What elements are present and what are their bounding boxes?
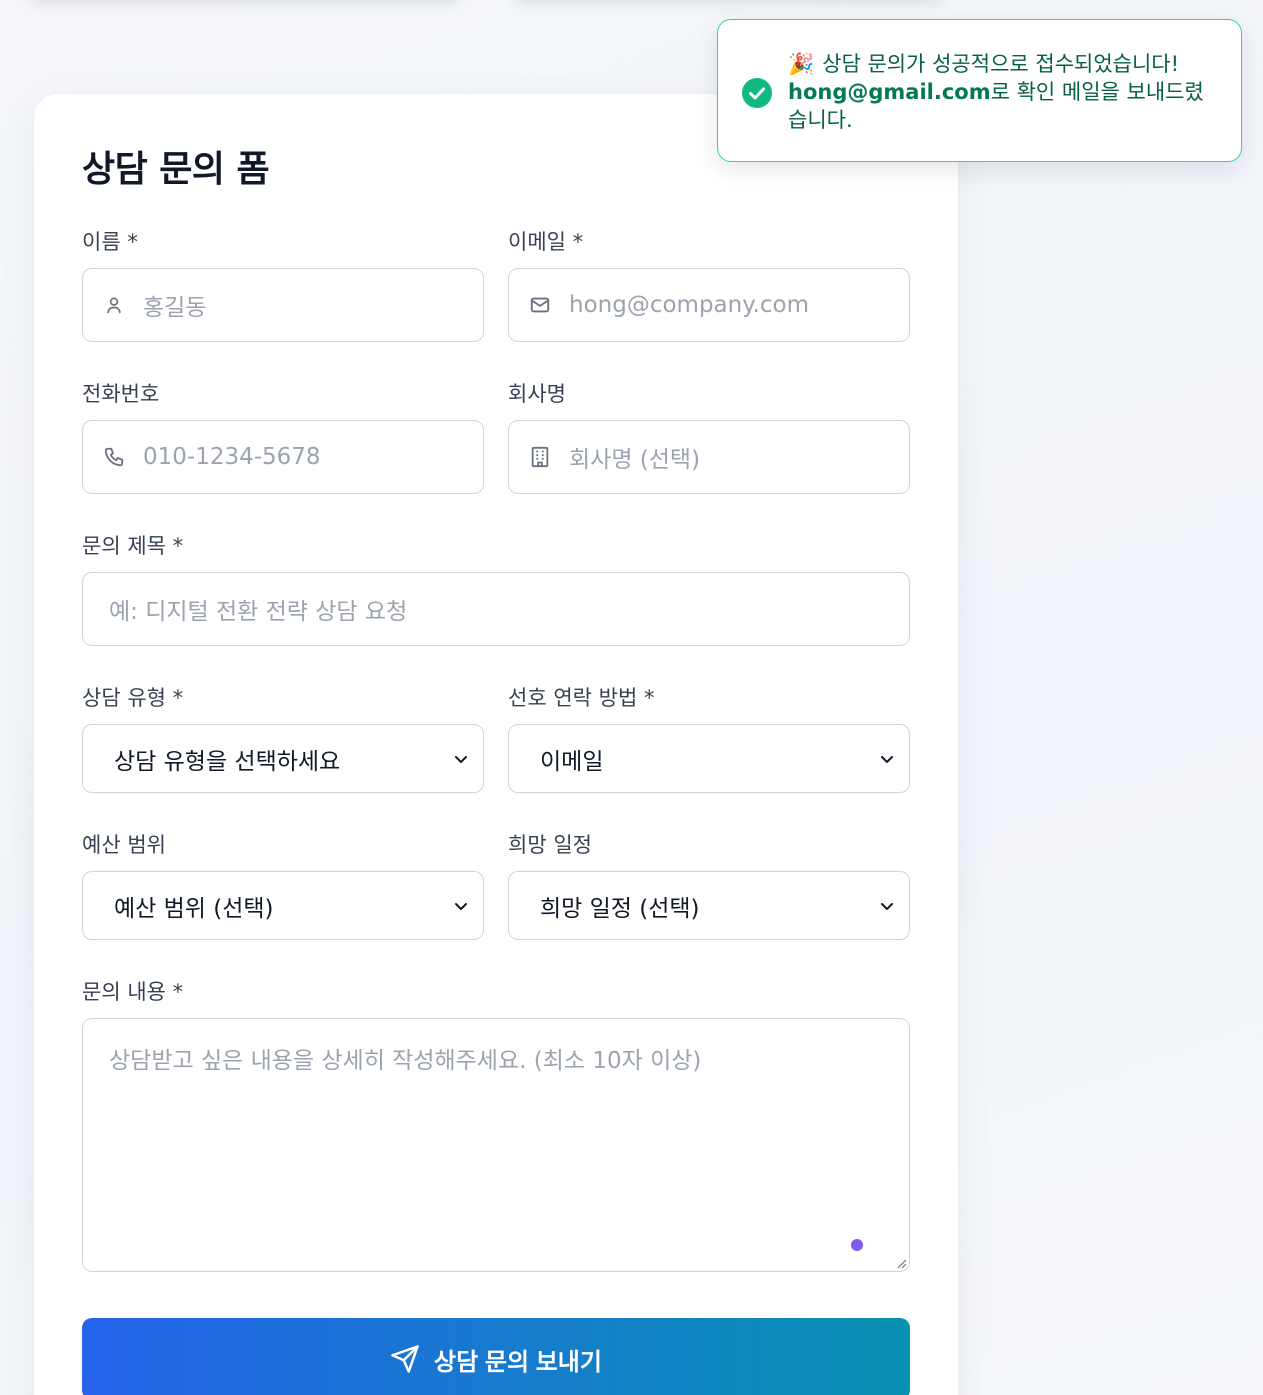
phone-placeholder: 010-1234-5678 bbox=[143, 444, 321, 470]
submit-button[interactable]: 상담 문의 보내기 bbox=[82, 1318, 910, 1395]
success-toast: 🎉 상담 문의가 성공적으로 접수되었습니다! hong@gmail.com로 확… bbox=[717, 19, 1242, 162]
message-placeholder: 상담받고 싶은 내용을 상세히 작성해주세요. (최소 10자 이상) bbox=[109, 1048, 702, 1074]
message-label: 문의 내용 * bbox=[82, 980, 184, 1004]
name-label: 이름 * bbox=[82, 230, 138, 254]
company-label: 회사명 bbox=[508, 382, 566, 406]
chevron-down-icon bbox=[455, 902, 467, 910]
name-placeholder: 홍길동 bbox=[143, 295, 207, 321]
consult-type-select[interactable]: 상담 유형을 선택하세요 bbox=[82, 724, 484, 793]
consult-type-label: 상담 유형 * bbox=[82, 686, 184, 710]
company-input[interactable]: 회사명 (선택) bbox=[508, 420, 910, 494]
budget-label: 예산 범위 bbox=[82, 833, 166, 857]
subject-placeholder: 예: 디지털 전환 전략 상담 요청 bbox=[109, 599, 408, 625]
name-input[interactable]: 홍길동 bbox=[82, 268, 484, 342]
check-circle-icon bbox=[742, 78, 772, 108]
email-input[interactable]: hong@company.com bbox=[508, 268, 910, 342]
contact-method-select[interactable]: 이메일 bbox=[508, 724, 910, 793]
party-popper-icon: 🎉 bbox=[788, 52, 815, 76]
chevron-down-icon bbox=[455, 755, 467, 763]
company-placeholder: 회사명 (선택) bbox=[569, 447, 701, 473]
contact-method-value: 이메일 bbox=[540, 748, 604, 775]
consult-type-value: 상담 유형을 선택하세요 bbox=[114, 748, 341, 775]
phone-icon bbox=[103, 446, 125, 468]
phone-input[interactable]: 010-1234-5678 bbox=[82, 420, 484, 494]
user-icon bbox=[103, 294, 125, 316]
subject-input[interactable]: 예: 디지털 전환 전략 상담 요청 bbox=[82, 572, 910, 646]
submit-label: 상담 문의 보내기 bbox=[434, 1348, 602, 1376]
phone-label: 전화번호 bbox=[82, 382, 160, 406]
form-title: 상담 문의 폼 bbox=[82, 149, 270, 190]
toast-line-1: 상담 문의가 성공적으로 접수되었습니다! bbox=[822, 52, 1180, 76]
subject-label: 문의 제목 * bbox=[82, 534, 184, 558]
grammar-assistant-dot[interactable] bbox=[851, 1239, 863, 1251]
toast-message: 🎉 상담 문의가 성공적으로 접수되었습니다! hong@gmail.com로 확… bbox=[788, 50, 1218, 134]
chevron-down-icon bbox=[881, 755, 893, 763]
schedule-select[interactable]: 희망 일정 (선택) bbox=[508, 871, 910, 940]
send-icon bbox=[391, 1345, 419, 1373]
schedule-value: 희망 일정 (선택) bbox=[540, 895, 700, 922]
toast-email: hong@gmail.com bbox=[788, 80, 991, 104]
contact-method-label: 선호 연락 방법 * bbox=[508, 686, 655, 710]
building-icon bbox=[529, 446, 551, 468]
email-label: 이메일 * bbox=[508, 230, 584, 254]
resize-handle-icon[interactable] bbox=[895, 1257, 907, 1269]
message-textarea[interactable]: 상담받고 싶은 내용을 상세히 작성해주세요. (최소 10자 이상) bbox=[82, 1018, 910, 1272]
chevron-down-icon bbox=[881, 902, 893, 910]
budget-value: 예산 범위 (선택) bbox=[114, 895, 274, 922]
budget-select[interactable]: 예산 범위 (선택) bbox=[82, 871, 484, 940]
schedule-label: 희망 일정 bbox=[508, 833, 592, 857]
email-placeholder: hong@company.com bbox=[569, 292, 809, 318]
mail-icon bbox=[529, 294, 551, 316]
